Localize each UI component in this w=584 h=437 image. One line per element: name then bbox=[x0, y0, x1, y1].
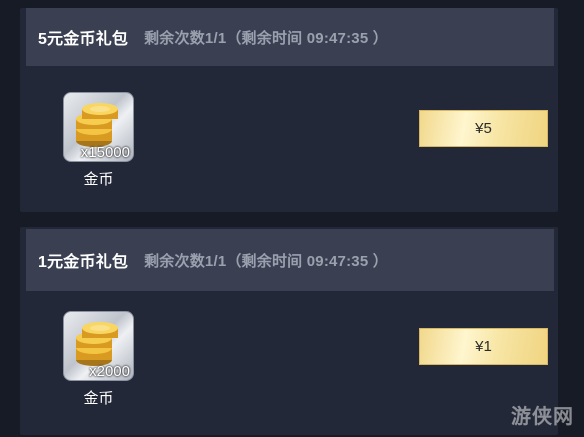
item-quantity: x15000 bbox=[80, 144, 130, 161]
item-tile[interactable]: x15000 bbox=[63, 92, 134, 162]
gold-coin-stack-icon bbox=[76, 103, 118, 147]
item-quantity: x2000 bbox=[89, 363, 130, 380]
pack-remaining-info: 剩余次数1/1（剩余时间 09:47:35 ） bbox=[144, 29, 388, 47]
pack-header: 1元金币礼包 剩余次数1/1（剩余时间 09:47:35 ） bbox=[26, 229, 554, 291]
pack-title: 1元金币礼包 bbox=[38, 254, 129, 271]
buy-button[interactable]: ¥1 bbox=[419, 328, 548, 365]
gold-coin-stack-icon bbox=[76, 322, 118, 366]
watermark-logo: 游侠网 bbox=[511, 406, 574, 428]
pack-header: 5元金币礼包 剩余次数1/1（剩余时间 09:47:35 ） bbox=[26, 8, 554, 66]
item-name: 金币 bbox=[83, 171, 114, 188]
item-tile[interactable]: x2000 bbox=[63, 311, 134, 381]
pack-remaining-info: 剩余次数1/1（剩余时间 09:47:35 ） bbox=[144, 252, 388, 270]
gift-pack-card: 1元金币礼包 剩余次数1/1（剩余时间 09:47:35 ） x2000 金币 … bbox=[20, 227, 558, 435]
pack-title: 5元金币礼包 bbox=[38, 31, 129, 48]
gift-pack-card: 5元金币礼包 剩余次数1/1（剩余时间 09:47:35 ） x15000 金币… bbox=[20, 8, 558, 212]
buy-button[interactable]: ¥5 bbox=[419, 110, 548, 147]
item-name: 金币 bbox=[83, 390, 114, 407]
